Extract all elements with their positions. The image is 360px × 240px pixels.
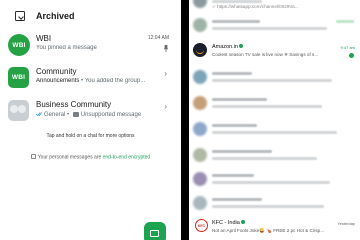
chat-preview: Coolest season TV sale is live now ❄ Sav… <box>212 52 319 57</box>
e2e-link[interactable]: end-to-end encrypted <box>103 155 151 161</box>
blurred-text <box>212 198 262 201</box>
verified-icon <box>239 44 243 48</box>
chat-item-wbi[interactable]: WBI WBI 12:04 AM You pinned a message <box>0 34 181 64</box>
blurred-text <box>212 105 322 108</box>
community-avatar <box>8 100 29 121</box>
chat-plus-icon <box>150 230 159 237</box>
chat-preview: General • Unsupported message <box>36 111 166 118</box>
read-check-icon <box>36 112 42 117</box>
chat-preview: Not an April Fools Joke😜 🍗 FREE 2 pc Hot… <box>212 228 325 233</box>
amazon-avatar <box>193 43 207 57</box>
avatar <box>193 0 207 8</box>
avatar <box>193 196 207 210</box>
hint-text: Tap and hold on a chat for more options <box>46 133 135 139</box>
new-chat-button[interactable] <box>144 222 166 240</box>
chat-name: Business Community <box>36 100 112 109</box>
chat-name: Community <box>36 67 77 76</box>
verified-icon <box>240 220 245 224</box>
blurred-text <box>212 205 324 208</box>
blurred-text <box>212 72 252 75</box>
message-icon <box>72 111 79 117</box>
chat-item-community[interactable]: WBI Community › Announcements • You adde… <box>0 67 181 97</box>
kfc-avatar: KFC <box>195 219 208 232</box>
community-avatar: WBI <box>8 67 29 88</box>
chat-time: Yesterday <box>337 221 355 226</box>
blurred-text <box>212 150 272 153</box>
avatar: WBI <box>8 34 30 56</box>
blurred-text <box>212 20 260 23</box>
blurred-text <box>212 0 262 3</box>
avatar <box>193 96 207 110</box>
chat-time: 9:47 am <box>340 45 355 50</box>
archived-title: Archived <box>36 11 75 21</box>
chevron-right-icon: › <box>164 69 167 78</box>
encryption-notice[interactable]: Your personal messages are end-to-end en… <box>0 154 181 161</box>
chat-item-business-community[interactable]: Business Community › General • Unsupport… <box>0 100 181 130</box>
avatar <box>193 18 207 32</box>
blurred-text <box>212 124 257 127</box>
blurred-text <box>212 27 327 30</box>
chat-name: WBI <box>36 34 52 43</box>
blurred-text <box>212 79 332 82</box>
avatar <box>193 172 207 186</box>
blurred-text <box>212 174 254 177</box>
chat-preview: Announcements • You added the group... <box>36 78 146 84</box>
avatar <box>193 122 207 136</box>
blurred-text <box>212 131 337 134</box>
archive-icon <box>15 11 25 21</box>
blurred-text <box>212 157 317 160</box>
blurred-text <box>212 181 330 184</box>
archived-header[interactable]: Archived <box>0 8 181 26</box>
avatar <box>193 148 207 162</box>
avatar <box>193 70 207 84</box>
channels-panel: ✓ https://whatsapp.com/channel/0029Va...… <box>189 0 360 240</box>
divider <box>181 0 189 240</box>
blurred-text <box>336 20 354 23</box>
chat-preview: You pinned a message <box>36 45 97 51</box>
blurred-text <box>212 98 267 101</box>
chat-name: Amazon.in <box>212 44 243 50</box>
link-preview: ✓ https://whatsapp.com/channel/0029Va... <box>212 4 299 9</box>
archived-chats-panel: Archived WBI WBI 12:04 AM You pinned a m… <box>0 0 181 240</box>
lock-icon <box>30 154 36 159</box>
pin-icon <box>164 45 168 52</box>
chevron-right-icon: › <box>164 102 167 111</box>
chat-time: 12:04 AM <box>147 35 169 41</box>
chat-name: KFC - India <box>212 220 245 226</box>
unread-badge <box>349 53 354 58</box>
